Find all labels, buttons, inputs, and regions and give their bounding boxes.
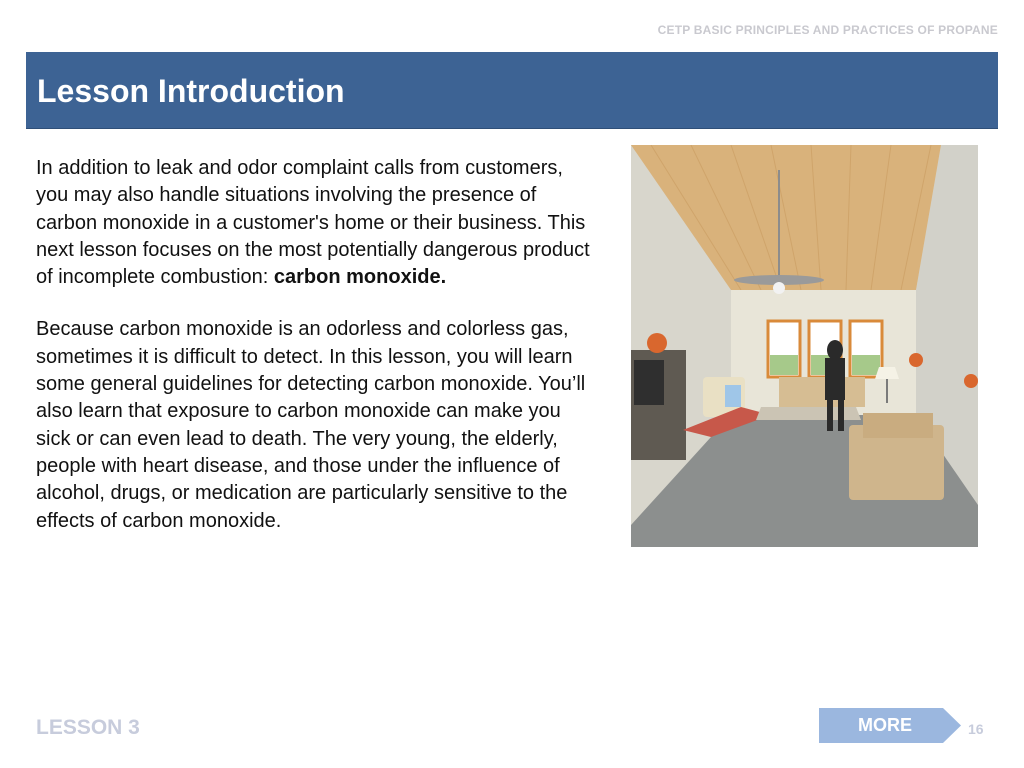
more-button[interactable]: MORE (819, 708, 961, 743)
lesson-label: LESSON 3 (36, 716, 140, 739)
slide: CETP BASIC PRINCIPLES AND PRACTICES OF P… (0, 0, 1024, 768)
more-button-label: MORE (858, 715, 912, 735)
course-title: CETP BASIC PRINCIPLES AND PRACTICES OF P… (657, 23, 998, 37)
title-bar: Lesson Introduction (26, 52, 998, 129)
paragraph-1: In addition to leak and odor complaint c… (36, 155, 596, 291)
paragraph-1-emphasis: carbon monoxide. (273, 266, 447, 289)
page-number: 16 (968, 721, 984, 737)
living-room-illustration (631, 145, 978, 547)
paragraph-2: Because carbon monoxide is an odorless a… (36, 318, 586, 532)
lesson-body: In addition to leak and odor complaint c… (36, 155, 596, 560)
slide-title: Lesson Introduction (37, 73, 345, 109)
